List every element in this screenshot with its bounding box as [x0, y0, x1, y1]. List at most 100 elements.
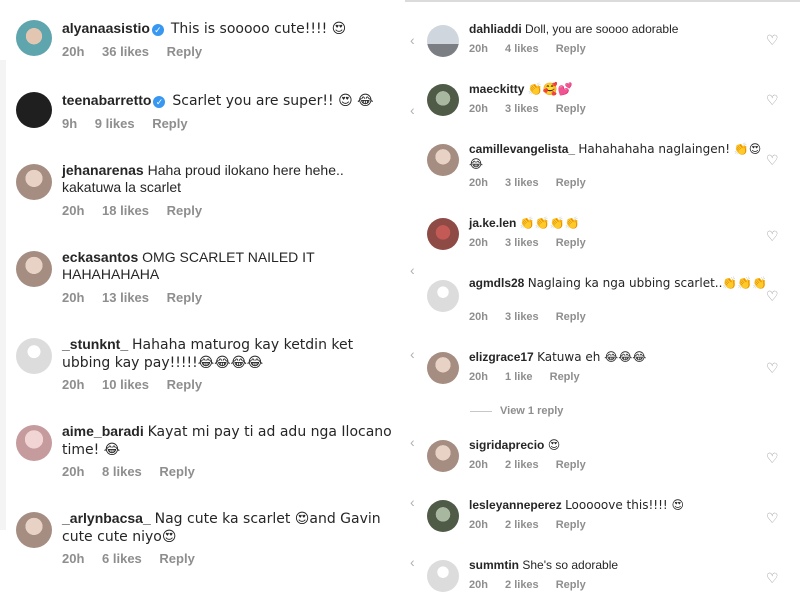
reply-button[interactable]: Reply	[556, 43, 586, 55]
reply-button[interactable]: Reply	[556, 177, 586, 189]
heart-outline-icon[interactable]: ♡	[766, 32, 779, 49]
comment-username[interactable]: camillevangelista_	[469, 142, 575, 156]
comment-username[interactable]: sigridaprecio	[469, 438, 544, 452]
comment-text-block: sigridaprecio 😍	[469, 438, 769, 453]
avatar[interactable]	[16, 338, 52, 374]
heart-outline-icon[interactable]: ♡	[766, 360, 779, 377]
comment-text-block: eckasantos OMG SCARLET NAILED IT HAHAHAH…	[62, 249, 392, 283]
chevron-left-icon[interactable]: ‹	[410, 32, 415, 48]
avatar[interactable]	[427, 144, 459, 176]
chevron-left-icon[interactable]: ‹	[410, 494, 415, 510]
avatar[interactable]	[16, 251, 52, 287]
reply-button[interactable]: Reply	[556, 519, 586, 531]
comment-username[interactable]: _stunknt_	[62, 336, 128, 352]
comment-meta: 20h 36 likes Reply	[62, 44, 216, 59]
comment-meta: 20h 13 likes Reply	[62, 290, 216, 305]
verified-badge-icon: ✓	[153, 96, 166, 108]
comment-username[interactable]: lesleyanneperez	[469, 498, 562, 512]
reply-button[interactable]: Reply	[167, 377, 202, 392]
comment-text: Looooove this!!!! 😍	[565, 498, 685, 512]
comment-username[interactable]: teenabarretto	[62, 92, 151, 108]
comment-likes[interactable]: 8 likes	[102, 464, 142, 479]
comment-username[interactable]: maeckitty	[469, 82, 524, 96]
comment-likes[interactable]: 6 likes	[102, 551, 142, 566]
comment-text-block: camillevangelista_ Hahahahaha naglaingen…	[469, 142, 769, 171]
avatar[interactable]	[427, 500, 459, 532]
avatar[interactable]	[16, 92, 52, 128]
comment-time: 20h	[62, 290, 85, 305]
comment-likes[interactable]: 4 likes	[505, 43, 539, 55]
comment-likes[interactable]: 13 likes	[102, 290, 149, 305]
heart-outline-icon[interactable]: ♡	[766, 450, 779, 467]
comment-text: Doll, you are soooo adorable	[525, 22, 679, 36]
comment-likes[interactable]: 36 likes	[102, 44, 149, 59]
comment-likes[interactable]: 1 like	[505, 371, 533, 383]
chevron-left-icon[interactable]: ‹	[410, 434, 415, 450]
comment-username[interactable]: agmdls28	[469, 276, 524, 290]
comment-text-block: elizgrace17 Katuwa eh 😂😂😂	[469, 350, 769, 365]
chevron-left-icon[interactable]: ‹	[410, 262, 415, 278]
comment-meta: 20h 10 likes Reply	[62, 377, 216, 392]
comment-text-block: maeckitty 👏🥰💕	[469, 82, 769, 97]
comment-username[interactable]: dahliaddi	[469, 22, 522, 36]
reply-button[interactable]: Reply	[550, 371, 580, 383]
avatar[interactable]	[427, 25, 459, 57]
heart-outline-icon[interactable]: ♡	[766, 228, 779, 245]
comment-likes[interactable]: 2 likes	[505, 459, 539, 471]
comment-time: 20h	[62, 44, 85, 59]
reply-button[interactable]: Reply	[159, 464, 194, 479]
comment-text-block: alyanaasistio ✓ This is sooooo cute!!!! 😍	[62, 20, 392, 38]
comment-likes[interactable]: 3 likes	[505, 237, 539, 249]
comment-likes[interactable]: 10 likes	[102, 377, 149, 392]
reply-button[interactable]: Reply	[556, 579, 586, 591]
avatar[interactable]	[427, 440, 459, 472]
comment-username[interactable]: alyanaasistio	[62, 20, 150, 36]
avatar[interactable]	[16, 425, 52, 461]
comment-meta: 20h 4 likes Reply	[469, 43, 600, 55]
comment-username[interactable]: summtin	[469, 558, 519, 572]
comment-likes[interactable]: 3 likes	[505, 311, 539, 323]
chevron-left-icon[interactable]: ‹	[410, 346, 415, 362]
avatar[interactable]	[16, 164, 52, 200]
comment-likes[interactable]: 18 likes	[102, 203, 149, 218]
comment-username[interactable]: elizgrace17	[469, 350, 534, 364]
reply-button[interactable]: Reply	[556, 311, 586, 323]
comment-username[interactable]: ja.ke.len	[469, 216, 516, 230]
reply-button[interactable]: Reply	[167, 290, 202, 305]
chevron-left-icon[interactable]: ‹	[410, 554, 415, 570]
heart-outline-icon[interactable]: ♡	[766, 152, 779, 169]
reply-button[interactable]: Reply	[159, 551, 194, 566]
comment-likes[interactable]: 3 likes	[505, 103, 539, 115]
reply-button[interactable]: Reply	[167, 203, 202, 218]
comment-likes[interactable]: 2 likes	[505, 579, 539, 591]
reply-button[interactable]: Reply	[167, 44, 202, 59]
comment-likes[interactable]: 9 likes	[95, 116, 135, 131]
heart-outline-icon[interactable]: ♡	[766, 92, 779, 109]
avatar[interactable]	[427, 352, 459, 384]
avatar[interactable]	[427, 560, 459, 592]
comment-text: 👏👏👏👏	[519, 216, 580, 230]
chevron-left-icon[interactable]: ‹	[410, 102, 415, 118]
avatar[interactable]	[427, 218, 459, 250]
avatar[interactable]	[16, 512, 52, 548]
heart-outline-icon[interactable]: ♡	[766, 570, 779, 587]
heart-outline-icon[interactable]: ♡	[766, 510, 779, 527]
view-replies-link[interactable]: View 1 reply	[470, 405, 563, 417]
avatar[interactable]	[427, 280, 459, 312]
avatar[interactable]	[427, 84, 459, 116]
comment-username[interactable]: jehanarenas	[62, 162, 144, 178]
reply-button[interactable]: Reply	[152, 116, 187, 131]
avatar[interactable]	[16, 20, 52, 56]
comment-username[interactable]: aime_baradi	[62, 423, 144, 439]
heart-outline-icon[interactable]: ♡	[766, 288, 779, 305]
comment-likes[interactable]: 3 likes	[505, 177, 539, 189]
comment-text: She's so adorable	[522, 558, 619, 572]
reply-button[interactable]: Reply	[556, 237, 586, 249]
comment-text-block: teenabarretto ✓ Scarlet you are super!! 😍…	[62, 92, 392, 110]
comment-likes[interactable]: 2 likes	[505, 519, 539, 531]
reply-button[interactable]: Reply	[556, 103, 586, 115]
reply-button[interactable]: Reply	[556, 459, 586, 471]
comment-text-block: jehanarenas Haha proud ilokano here hehe…	[62, 162, 392, 196]
comment-username[interactable]: eckasantos	[62, 249, 138, 265]
comment-username[interactable]: _arlynbacsa_	[62, 510, 151, 526]
